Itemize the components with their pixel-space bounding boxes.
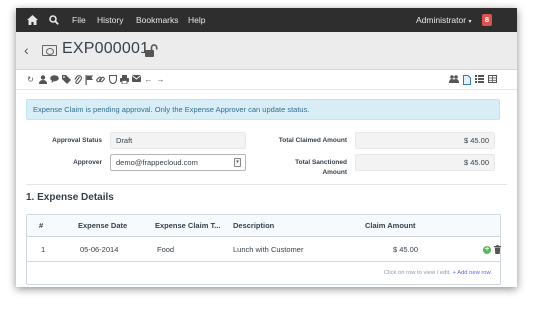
flag-icon[interactable]	[84, 75, 93, 85]
top-navbar: File History Bookmarks Help Administrato…	[16, 8, 517, 32]
column-header-description: Description	[233, 221, 275, 230]
table-row[interactable]: 1 05-06-2014 Food Lunch with Customer $ …	[27, 238, 501, 262]
approver-label: Approver	[73, 159, 102, 166]
page-title: EXP000001	[62, 40, 150, 57]
users-icon[interactable]	[449, 75, 459, 85]
file-icon[interactable]	[462, 75, 471, 85]
unlock-icon	[144, 44, 158, 58]
section-title: 1. Expense Details	[26, 192, 114, 203]
row-index: 1	[41, 245, 46, 254]
user-menu[interactable]: Administrator ▾	[416, 8, 471, 32]
approval-alert: Expense Claim is pending approval. Only …	[26, 99, 500, 120]
form-toolbar: ↻ ← →	[16, 70, 517, 90]
table-hint: Click on row to view / edit. + Add new r…	[384, 270, 492, 276]
home-icon[interactable]	[26, 14, 38, 26]
title-bar: ‹ EXP000001	[16, 32, 517, 70]
column-header-index: #	[39, 221, 44, 230]
money-icon	[42, 45, 57, 56]
total-sanctioned-field: $ 45.00	[355, 154, 495, 171]
row-claim-amount: $ 45.00	[393, 245, 419, 254]
search-icon[interactable]	[48, 14, 60, 26]
column-header-expense-date: Expense Date	[78, 221, 128, 230]
total-sanctioned-label-line2: Amount	[322, 169, 347, 176]
menu-help[interactable]: Help	[188, 8, 205, 32]
link-icon[interactable]	[96, 75, 105, 85]
refresh-icon[interactable]: ↻	[26, 75, 35, 85]
select-arrow-icon: ▾	[234, 158, 241, 167]
approval-status-field: Draft	[110, 132, 246, 149]
add-new-row-link[interactable]: + Add new row.	[453, 270, 492, 276]
menu-history[interactable]: History	[97, 8, 123, 32]
email-icon[interactable]	[132, 75, 141, 85]
table-header: # Expense Date Expense Claim T... Descri…	[27, 215, 500, 237]
approver-select[interactable]: demo@frappecloud.com ▾	[110, 154, 246, 171]
list-view-icon[interactable]	[475, 75, 484, 85]
approver-value: demo@frappecloud.com	[116, 158, 198, 167]
approval-status-label: Approval Status	[52, 137, 102, 144]
user-name: Administrator	[416, 15, 467, 25]
total-sanctioned-label: Total Sanctioned Amount	[271, 159, 347, 180]
table-footer: Click on row to view / edit. + Add new r…	[27, 263, 500, 285]
row-description: Lunch with Customer	[233, 245, 304, 254]
caret-down-icon: ▾	[468, 19, 472, 25]
comments-icon[interactable]	[50, 75, 59, 85]
row-expense-date: 05-06-2014	[80, 245, 119, 254]
row-expense-claim-type: Food	[157, 245, 175, 254]
arrow-left-icon[interactable]: ←	[144, 75, 153, 85]
print-icon[interactable]	[120, 75, 129, 85]
trash-icon[interactable]	[494, 245, 501, 254]
total-claimed-field: $ 45.00	[355, 132, 495, 149]
tag-icon[interactable]	[62, 75, 71, 85]
expense-details-table: # Expense Date Expense Claim T... Descri…	[26, 214, 501, 285]
app-window: File History Bookmarks Help Administrato…	[16, 8, 517, 287]
back-icon[interactable]: ‹	[24, 43, 29, 57]
section-divider	[26, 184, 507, 185]
total-claimed-label: Total Claimed Amount	[278, 137, 347, 144]
grid-view-icon[interactable]	[488, 75, 497, 85]
arrow-right-icon[interactable]: →	[156, 75, 165, 85]
total-sanctioned-label-line1: Total Sanctioned	[295, 159, 347, 166]
shield-icon[interactable]	[108, 74, 117, 85]
user-icon[interactable]	[38, 75, 47, 85]
edit-hint-text: Click on row to view / edit.	[383, 270, 451, 276]
paperclip-icon[interactable]	[73, 75, 82, 85]
notification-badge[interactable]: 8	[482, 14, 492, 26]
menu-bookmarks[interactable]: Bookmarks	[136, 8, 179, 32]
menu-file[interactable]: File	[72, 8, 86, 32]
column-header-expense-claim-type: Expense Claim T...	[155, 221, 221, 230]
column-header-claim-amount: Claim Amount	[365, 221, 416, 230]
add-icon[interactable]: +	[483, 246, 491, 254]
